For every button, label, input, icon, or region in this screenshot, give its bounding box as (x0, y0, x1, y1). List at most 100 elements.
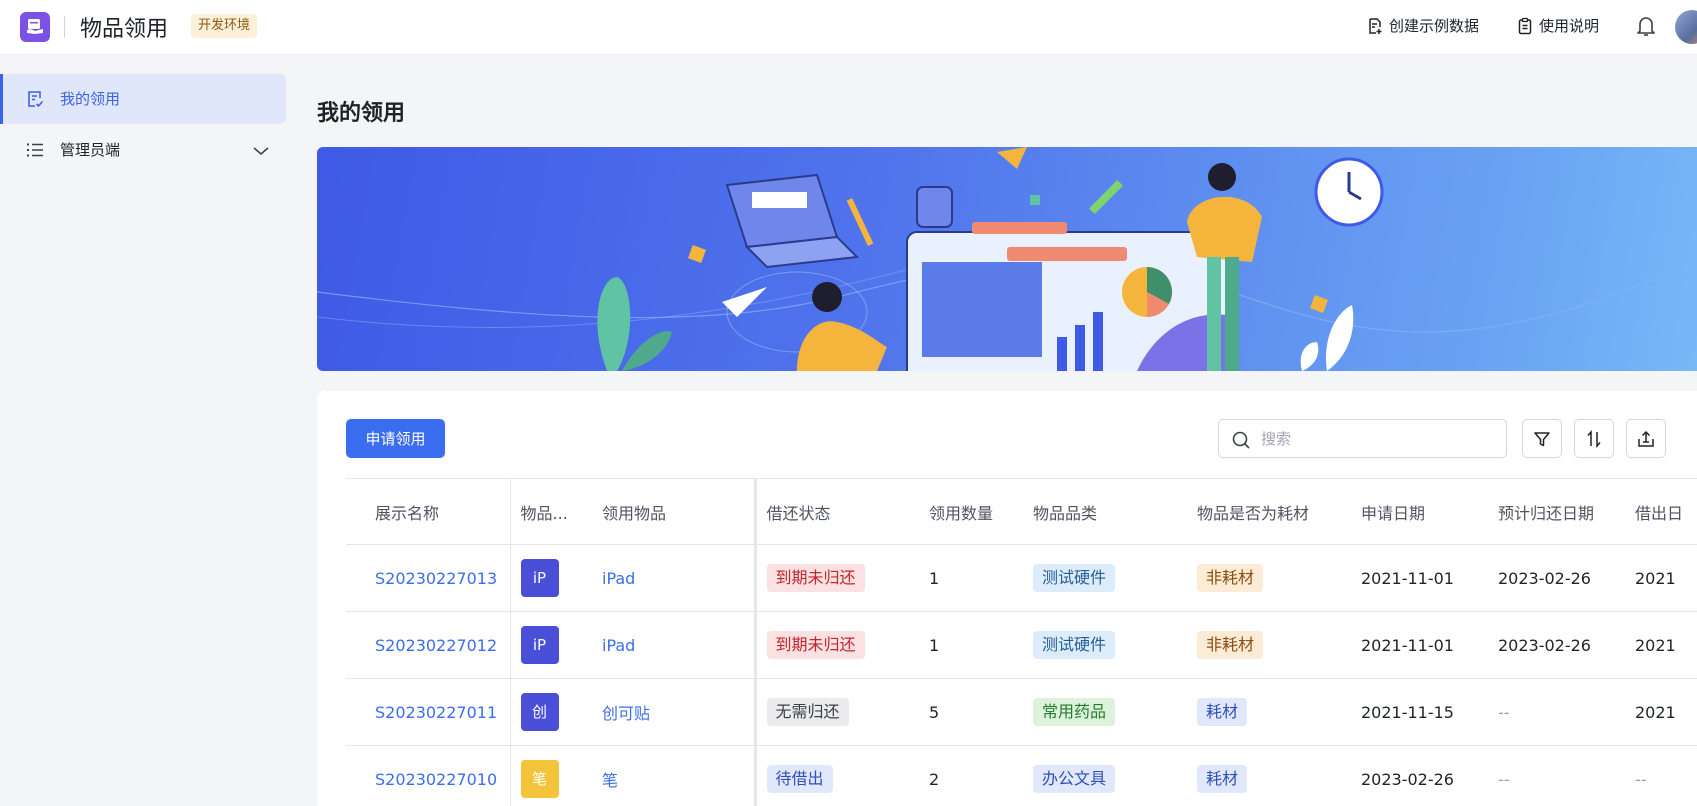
sidebar-item-label: 我的领用 (60, 90, 121, 108)
category-badge: 测试硬件 (1033, 564, 1116, 592)
item-thumbnail: 创 (520, 693, 559, 731)
col-item[interactable]: 领用物品 (592, 478, 755, 545)
col-status[interactable]: 借还状态 (753, 478, 919, 545)
filter-button[interactable] (1522, 419, 1562, 458)
category-badge: 常用药品 (1033, 698, 1116, 726)
col-consumable[interactable]: 物品是否为耗材 (1187, 478, 1351, 545)
status-badge: 到期未归还 (766, 564, 865, 592)
consumable-badge: 非耗材 (1197, 631, 1264, 659)
item-link[interactable]: 创可贴 (602, 704, 650, 723)
display-name-cell: S20230227011 (346, 678, 510, 746)
item-cell: iPad (592, 611, 755, 679)
banner-illustration (317, 147, 1697, 371)
col-apply-date[interactable]: 申请日期 (1351, 478, 1488, 545)
col-return-date[interactable]: 预计归还日期 (1488, 478, 1625, 545)
item-thumbnail: iP (520, 626, 559, 664)
top-bar: 物品领用 开发环境 创建示例数据 使用说明 (0, 0, 1697, 55)
display-name-link[interactable]: S20230227010 (375, 770, 497, 789)
requests-table: 展示名称 物品... 领用物品 借还状态 领用数量 物品品类 物品是否为耗材 申… (346, 478, 1697, 806)
consumable-badge: 耗材 (1197, 698, 1248, 726)
col-category[interactable]: 物品品类 (1023, 478, 1187, 545)
return-date-cell: 2023-02-26 (1488, 544, 1625, 612)
lend-date-cell: 2021 (1625, 544, 1697, 612)
sidebar-item-admin[interactable]: 管理员端 (0, 125, 286, 175)
return-date-cell: -- (1488, 678, 1625, 746)
table-row[interactable]: S20230227013 iP iPad 到期未归还 1 测试硬件 非耗材 2021-11-0… (346, 544, 1697, 612)
apply-button[interactable]: 申请领用 (346, 419, 445, 458)
quantity-cell: 5 (919, 678, 1023, 746)
sort-icon (1587, 429, 1601, 448)
display-name-cell: S20230227012 (346, 611, 510, 679)
item-thumbnail: iP (520, 559, 559, 597)
env-badge: 开发环境 (191, 14, 258, 38)
display-name-link[interactable]: S20230227012 (375, 636, 497, 655)
search-input[interactable] (1261, 428, 1491, 450)
apply-date-cell: 2021-11-15 (1351, 678, 1488, 746)
create-data-icon (1369, 18, 1382, 34)
consumable-badge: 耗材 (1197, 765, 1248, 793)
table-row[interactable]: S20230227012 iP iPad 到期未归还 1 测试硬件 非耗材 2021-11-0… (346, 611, 1697, 679)
sidebar-item-my-requests[interactable]: 我的领用 (0, 74, 286, 124)
item-icon-cell: iP (509, 611, 592, 679)
status-badge: 待借出 (766, 765, 833, 793)
sort-button[interactable] (1574, 419, 1614, 458)
bell-icon[interactable] (1635, 14, 1657, 42)
col-quantity[interactable]: 领用数量 (919, 478, 1023, 545)
chevron-down-icon[interactable] (252, 143, 270, 161)
apply-date-cell: 2021-11-01 (1351, 611, 1488, 679)
col-display-name[interactable]: 展示名称 (346, 478, 510, 545)
create-sample-data-label: 创建示例数据 (1389, 17, 1480, 35)
apply-date-cell: 2023-02-26 (1351, 745, 1488, 806)
sidebar: 我的领用 管理员端 (0, 56, 290, 806)
category-cell: 办公文具 (1023, 745, 1187, 806)
search-box[interactable] (1218, 419, 1507, 458)
my-requests-icon (25, 89, 45, 113)
item-cell: 笔 (592, 745, 755, 806)
consumable-cell: 非耗材 (1187, 611, 1351, 679)
category-badge: 测试硬件 (1033, 631, 1116, 659)
display-name-link[interactable]: S20230227013 (375, 569, 497, 588)
item-link[interactable]: 笔 (602, 771, 618, 790)
table-header-row: 展示名称 物品... 领用物品 借还状态 领用数量 物品品类 物品是否为耗材 申… (346, 478, 1697, 545)
usage-guide-button[interactable]: 使用说明 (1516, 14, 1599, 38)
item-link[interactable]: iPad (602, 569, 635, 588)
lend-date-cell: 2021 (1625, 678, 1697, 746)
return-date-cell: 2023-02-26 (1488, 611, 1625, 679)
quantity-cell: 1 (919, 611, 1023, 679)
item-thumbnail: 笔 (520, 760, 559, 798)
item-cell: 创可贴 (592, 678, 755, 746)
col-item-icon[interactable]: 物品... (509, 478, 592, 545)
user-avatar[interactable] (1675, 10, 1697, 44)
export-button[interactable] (1626, 419, 1666, 458)
status-cell: 待借出 (753, 745, 919, 806)
consumable-cell: 耗材 (1187, 678, 1351, 746)
col-lend-date[interactable]: 借出日 (1625, 478, 1697, 545)
clipboard-icon (1518, 17, 1532, 35)
item-link[interactable]: iPad (602, 636, 635, 655)
table-row[interactable]: S20230227011 创 创可贴 无需归还 5 常用药品 耗材 2021-11-15 -- 2… (346, 678, 1697, 746)
consumable-badge: 非耗材 (1197, 564, 1264, 592)
app-title: 物品领用 (80, 17, 169, 42)
page-title: 我的领用 (317, 101, 406, 126)
search-icon (1231, 430, 1251, 454)
lend-date-cell: -- (1625, 745, 1697, 806)
display-name-link[interactable]: S20230227011 (375, 703, 497, 722)
table-row[interactable]: S20230227010 笔笔待借出 2 办公文具 耗材 2023-02-26 -- -- (346, 745, 1697, 806)
filter-icon (1534, 431, 1550, 446)
status-cell: 到期未归还 (753, 611, 919, 679)
lend-date-cell: 2021 (1625, 611, 1697, 679)
item-icon-cell: 笔 (509, 745, 592, 806)
category-badge: 办公文具 (1033, 765, 1116, 793)
export-icon (1638, 430, 1654, 447)
return-date-cell: -- (1488, 745, 1625, 806)
item-icon-cell: 创 (509, 678, 592, 746)
create-sample-data-button[interactable]: 创建示例数据 (1366, 14, 1479, 38)
display-name-cell: S20230227013 (346, 544, 510, 612)
status-cell: 无需归还 (753, 678, 919, 746)
item-cell: iPad (592, 544, 755, 612)
apply-date-cell: 2021-11-01 (1351, 544, 1488, 612)
app-logo-icon[interactable] (20, 12, 50, 42)
status-badge: 无需归还 (766, 698, 849, 726)
consumable-cell: 非耗材 (1187, 544, 1351, 612)
requests-card: 申请领用 展示名称 物品... 领用物品 借还状态 领用数量 物品品类 物品是否… (317, 391, 1697, 806)
